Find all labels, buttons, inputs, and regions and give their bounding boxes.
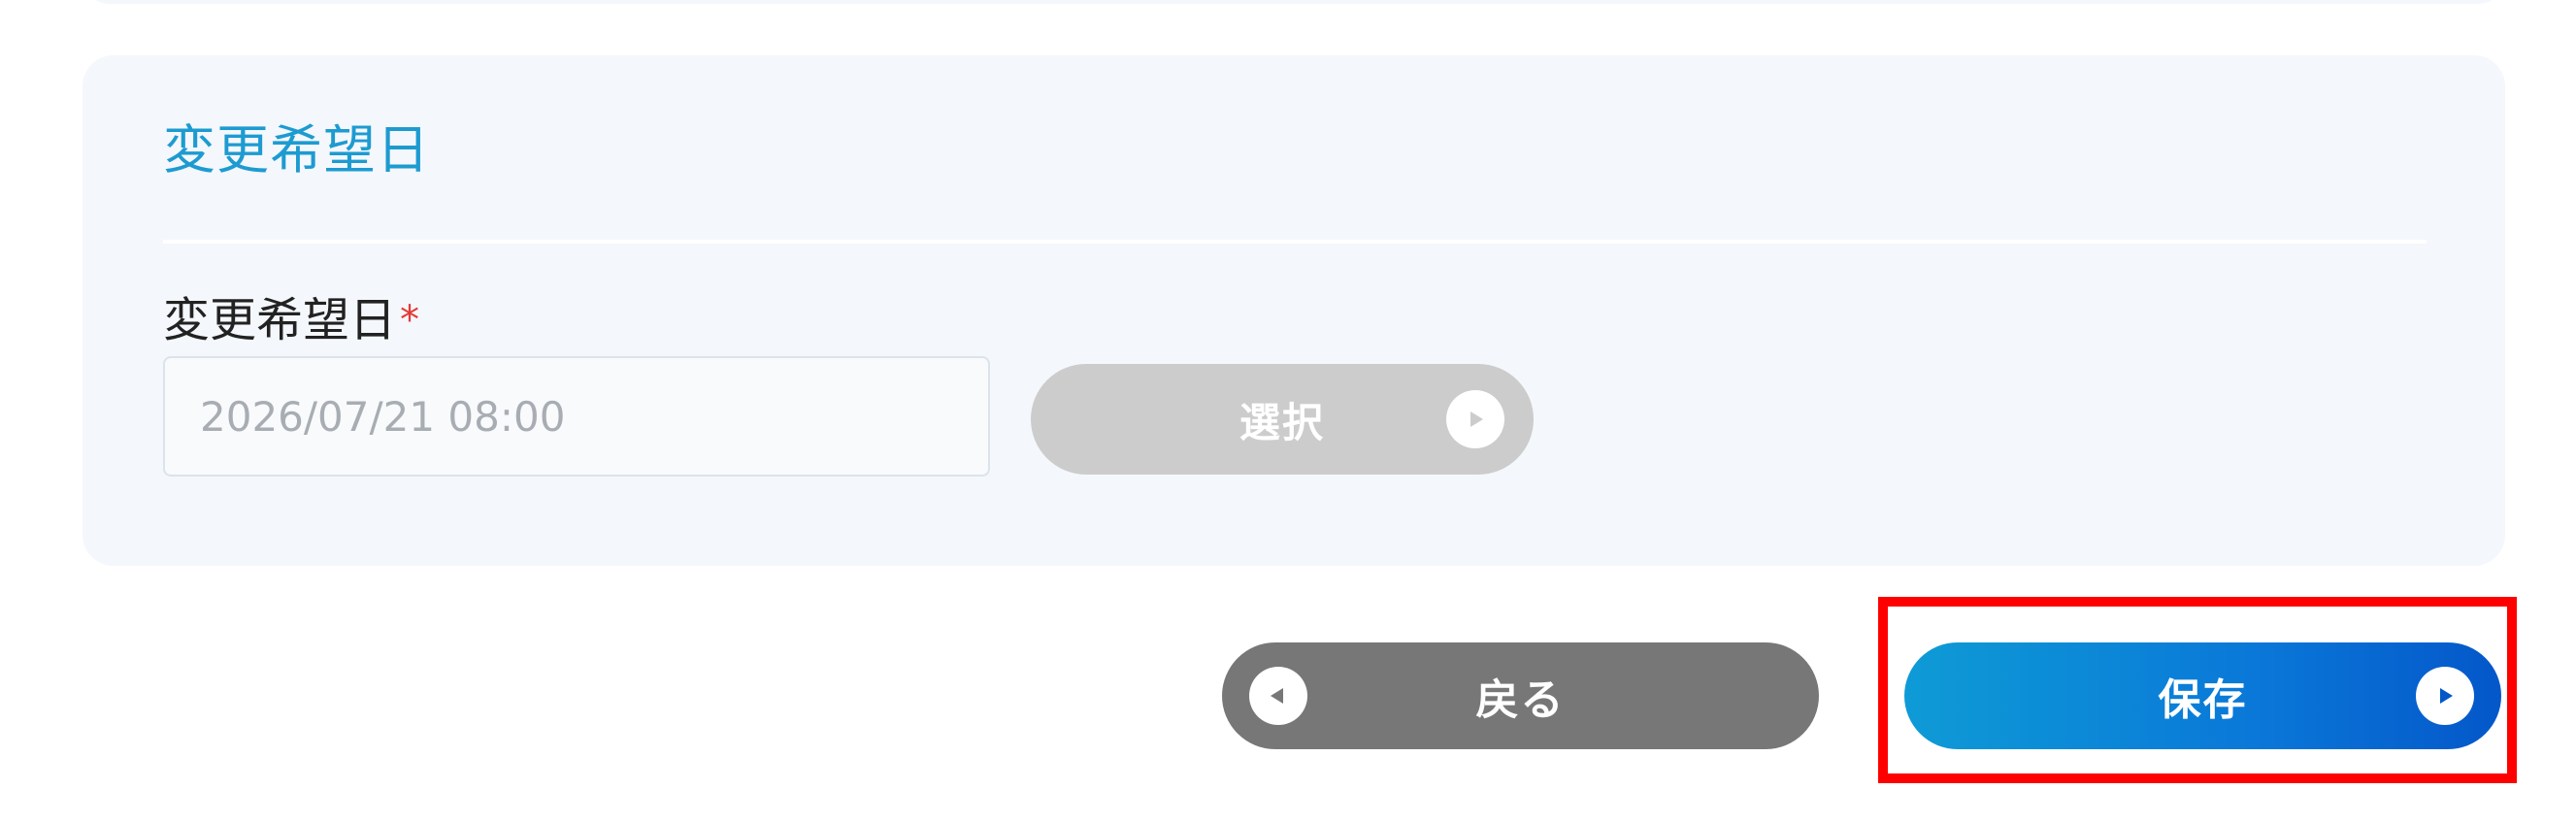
section-divider [163, 240, 2427, 244]
save-button[interactable]: 保存 [1904, 642, 2501, 749]
back-circle-icon [1249, 667, 1307, 725]
select-button-label: 選択 [1238, 398, 1325, 446]
play-circle-icon [1446, 390, 1504, 448]
section-title: 変更希望日 [163, 119, 430, 181]
previous-section-card [83, 0, 2505, 4]
back-button[interactable]: 戻る [1222, 642, 1819, 749]
save-button-label: 保存 [2158, 675, 2248, 725]
select-date-button[interactable]: 選択 [1031, 364, 1534, 475]
play-circle-icon [2416, 667, 2474, 725]
change-date-label-text: 変更希望日 [163, 293, 397, 347]
change-date-section: 変更希望日 変更希望日* 選択 [83, 55, 2505, 566]
required-mark: * [400, 298, 420, 343]
back-button-label: 戻る [1475, 675, 1566, 725]
change-date-input[interactable] [163, 356, 990, 477]
change-date-label: 変更希望日 * [163, 292, 419, 348]
